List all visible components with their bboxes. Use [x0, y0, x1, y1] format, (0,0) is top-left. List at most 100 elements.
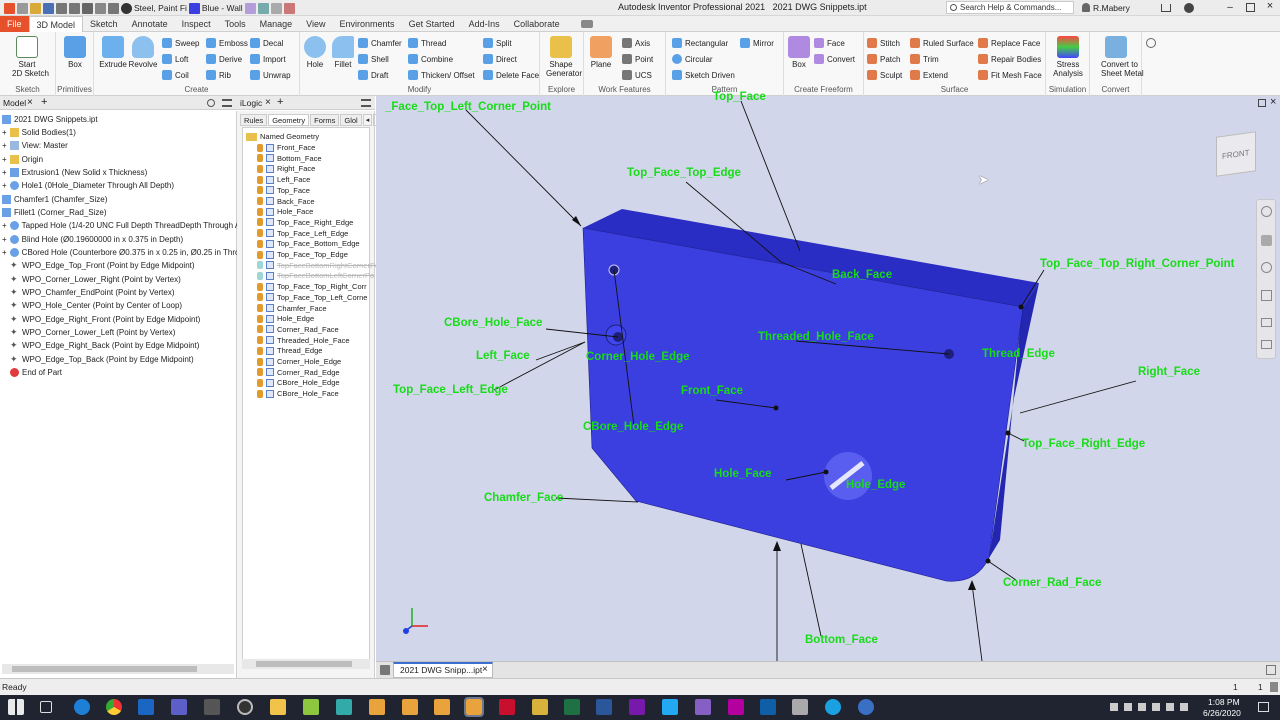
start-icon[interactable]	[8, 699, 24, 715]
label-back-face[interactable]: Back_Face	[832, 269, 892, 281]
sketch-driven-pattern-button[interactable]: Sketch Driven	[672, 68, 735, 82]
cart-icon[interactable]	[1161, 4, 1171, 12]
camera-icon[interactable]	[237, 699, 253, 715]
steering-wheel-icon[interactable]	[1261, 206, 1272, 217]
ilogic-subtab-forms[interactable]: Forms	[310, 114, 340, 126]
hole-button[interactable]: Hole	[300, 36, 330, 69]
freeform-face-button[interactable]: Face	[814, 36, 845, 50]
word-icon[interactable]	[596, 699, 612, 715]
tab-inspect[interactable]: Inspect	[175, 16, 218, 32]
appearance-dropdown[interactable]: Blue - Wall	[202, 3, 243, 13]
loft-button[interactable]: Loft	[162, 52, 188, 66]
tab-environments[interactable]: Environments	[333, 16, 402, 32]
label-top-face-left-edge[interactable]: Top_Face_Left_Edge	[393, 384, 508, 396]
outlook-icon-2[interactable]	[760, 699, 776, 715]
import-button[interactable]: Import	[250, 52, 286, 66]
viewcube[interactable]: FRONT	[1216, 131, 1256, 177]
rectangular-pattern-button[interactable]: Rectangular	[672, 36, 728, 50]
repair-bodies-button[interactable]: Repair Bodies	[978, 52, 1041, 66]
label-top-left-corner-point[interactable]: _Face_Top_Left_Corner_Point	[385, 101, 551, 113]
label-corner-hole-edge[interactable]: Corner_Hole_Edge	[586, 351, 690, 363]
extrude-button[interactable]: Extrude	[98, 36, 128, 69]
tree-horizontal-scrollbar[interactable]	[2, 664, 234, 674]
direct-button[interactable]: Direct	[483, 52, 517, 66]
named-geometry-item[interactable]: TopFaceBottomLeftCornerPo	[257, 270, 374, 281]
named-geometry-item[interactable]: Top_Face_Top_Right_Corr	[257, 281, 367, 292]
browser-search-icon[interactable]	[207, 99, 215, 107]
autocad-icon[interactable]	[499, 699, 515, 715]
named-geometry-item[interactable]: CBore_Hole_Face	[257, 388, 339, 399]
home-tab-icon[interactable]	[380, 665, 390, 675]
adjust-icon[interactable]	[257, 2, 269, 14]
zoom-icon[interactable]	[1261, 262, 1272, 273]
named-geometry-item[interactable]: Corner_Rad_Edge	[257, 367, 340, 378]
named-geometry-item[interactable]: CBore_Hole_Edge	[257, 377, 340, 388]
system-tray-icons[interactable]	[1110, 703, 1190, 711]
ilogic-subtab-global[interactable]: Glol	[340, 114, 362, 126]
add-tab-icon[interactable]: +	[41, 96, 47, 108]
label-chamfer-face[interactable]: Chamfer_Face	[484, 492, 563, 504]
draft-button[interactable]: Draft	[358, 68, 388, 82]
stress-analysis-button[interactable]: Stress Analysis	[1053, 36, 1083, 78]
split-button[interactable]: Split	[483, 36, 512, 50]
shape-generator-button[interactable]: Shape Generator	[546, 36, 582, 78]
ilogic-menu-icon[interactable]	[361, 99, 371, 107]
tab-manage[interactable]: Manage	[253, 16, 300, 32]
circular-pattern-button[interactable]: Circular	[672, 52, 713, 66]
inventor-icon-3[interactable]	[434, 699, 450, 715]
viewport-maximize-icon[interactable]	[1258, 99, 1266, 107]
ilogic-icon[interactable]	[283, 2, 295, 14]
update-icon[interactable]	[95, 2, 106, 14]
label-hole-edge[interactable]: Hole_Edge	[846, 479, 905, 491]
label-thread-edge[interactable]: Thread_Edge	[982, 348, 1055, 360]
named-geometry-item[interactable]: Top_Face_Left_Edge	[257, 228, 348, 239]
browser-menu-icon[interactable]	[222, 99, 232, 107]
close-button[interactable]: ×	[1264, 0, 1276, 14]
vscode-icon[interactable]	[662, 699, 678, 715]
stitch-button[interactable]: Stitch	[867, 36, 900, 50]
thicken-offset-button[interactable]: Thicken/ Offset	[408, 68, 475, 82]
label-top-face-top-right-corner-point[interactable]: Top_Face_Top_Right_Corner_Point	[1040, 258, 1234, 270]
extend-button[interactable]: Extend	[910, 68, 948, 82]
emboss-button[interactable]: Emboss	[206, 36, 248, 50]
minimize-button[interactable]: –	[1224, 2, 1236, 14]
notifications-icon[interactable]	[1258, 702, 1269, 712]
named-geometry-item[interactable]: Corner_Hole_Edge	[257, 356, 341, 367]
shell-button[interactable]: Shell	[358, 52, 389, 66]
ilogic-subtab-rules[interactable]: Rules	[240, 114, 268, 126]
tree-item-end-of-part[interactable]: End of Part	[10, 366, 62, 379]
close-ilogic-tab-icon[interactable]: ×	[265, 97, 271, 108]
named-geometry-item[interactable]: Threaded_Hole_Face	[257, 335, 350, 346]
ribbon-options-icon[interactable]	[580, 19, 593, 28]
fillet-button[interactable]: Fillet	[328, 36, 358, 69]
clock-time[interactable]: 1:08 PM	[1208, 697, 1240, 707]
inventor-icon-1[interactable]	[369, 699, 385, 715]
tree-item-wpo-edge-top-front[interactable]: ✦ WPO_Edge_Top_Front (Point by Edge Midpo…	[10, 259, 195, 272]
trim-button[interactable]: Trim	[910, 52, 939, 66]
sweep-button[interactable]: Sweep	[162, 36, 199, 50]
ilogic-tab[interactable]: iLogic	[240, 98, 262, 108]
clock-date[interactable]: 6/26/2020	[1203, 708, 1241, 718]
convert-to-sheet-metal-button[interactable]: Convert to Sheet Metal	[1101, 36, 1144, 78]
delete-face-button[interactable]: Delete Face	[483, 68, 539, 82]
tab-overflow-icon[interactable]	[1266, 665, 1276, 675]
help-search-box[interactable]: Search Help & Commands...	[946, 1, 1074, 14]
thread-button[interactable]: Thread	[408, 36, 446, 50]
ilogic-horizontal-scrollbar[interactable]	[242, 659, 370, 669]
tree-item-wpo-chamfer-endpoint[interactable]: ✦ WPO_Chamfer_EndPoint (Point by Vertex)	[10, 286, 175, 299]
named-geometry-item[interactable]: Left_Face	[257, 174, 310, 185]
nav-more-icon[interactable]	[1261, 340, 1272, 349]
onenote-icon[interactable]	[629, 699, 645, 715]
named-geometry-root[interactable]: Named Geometry	[246, 131, 319, 142]
label-threaded-hole-face[interactable]: Threaded_Hole_Face	[758, 331, 874, 343]
document-tab-close-icon[interactable]: ×	[482, 664, 488, 675]
tree-item-wpo-edge-top-back[interactable]: ✦ WPO_Edge_Top_Back (Point by Edge Midpoi…	[10, 353, 194, 366]
close-model-tab-icon[interactable]: ×	[27, 97, 33, 108]
material-dropdown[interactable]: Steel, Paint Fi	[134, 3, 187, 13]
tree-item-wpo-edge-right-front[interactable]: ✦ WPO_Edge_Right_Front (Point by Edge Mid…	[10, 313, 200, 326]
model-tab[interactable]: Model	[3, 98, 26, 108]
ilogic-subtab-geometry[interactable]: Geometry	[268, 114, 310, 126]
tree-item-wpo-hole-center[interactable]: ✦ WPO_Hole_Center (Point by Center of Loo…	[10, 299, 182, 312]
cortana-icon[interactable]	[825, 699, 841, 715]
tree-item-tapped-hole[interactable]: + Tapped Hole (1/4-20 UNC Full Depth Thre…	[2, 219, 256, 232]
